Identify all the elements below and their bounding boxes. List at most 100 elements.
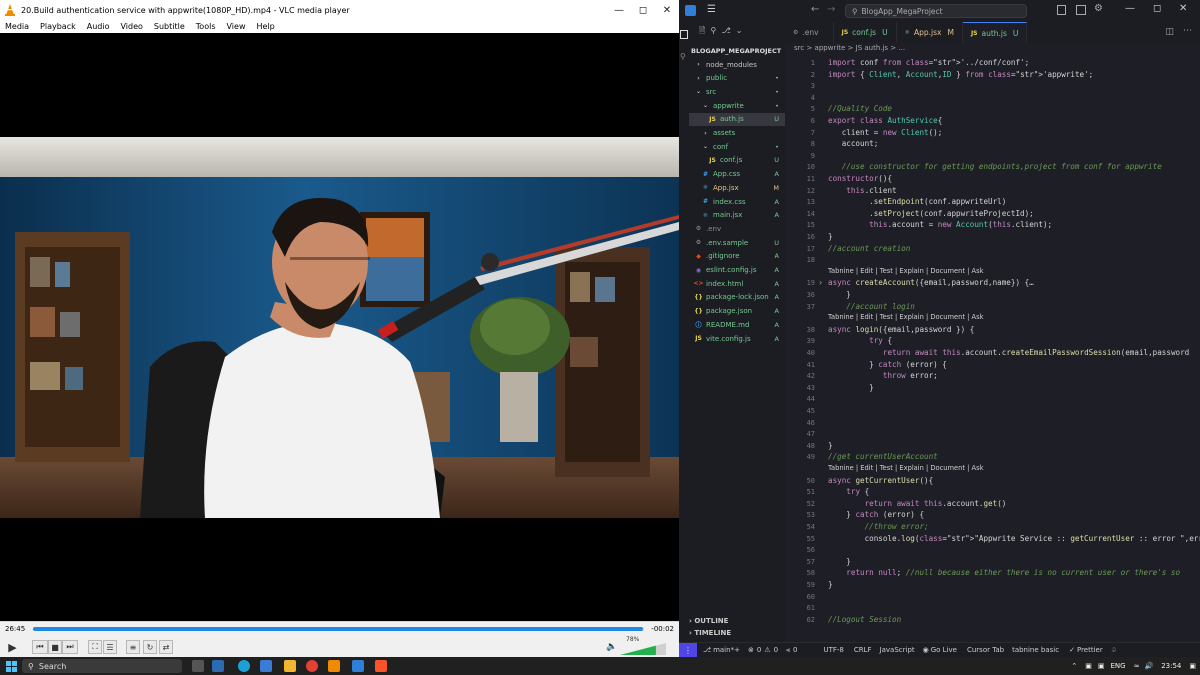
menu-playback[interactable]: Playback [40, 22, 76, 31]
tab-app-jsx[interactable]: ⚛ App.jsx M [897, 22, 963, 43]
settings-icon[interactable]: ⚙ [1094, 3, 1103, 14]
widgets-icon[interactable] [212, 660, 224, 672]
tree-item[interactable]: › public • [689, 72, 785, 85]
tree-item[interactable]: {} package.json A [689, 305, 785, 318]
code-line[interactable]: } [828, 441, 833, 450]
nav-forward-icon[interactable]: → [827, 4, 835, 15]
encoding[interactable]: UTF-8 [823, 646, 843, 654]
file-explorer-icon[interactable] [284, 660, 296, 672]
tree-item[interactable]: JS auth.js U [689, 112, 785, 126]
codelens-actions[interactable]: Tabnine | Edit | Test | Explain | Docume… [828, 267, 983, 275]
command-center[interactable]: ⚲ BlogApp_MegaProject [845, 4, 1027, 18]
tree-item[interactable]: {} package-lock.json A [689, 291, 785, 304]
code-line[interactable]: async createAccount({email,password,name… [828, 278, 1034, 287]
notification-icon[interactable]: ▣ [1189, 662, 1196, 670]
extended-settings-button[interactable]: ☰ [103, 640, 117, 654]
code-line[interactable]: } [828, 290, 851, 299]
eol[interactable]: CRLF [854, 646, 872, 654]
code-line[interactable]: return null; //null because either there… [828, 568, 1180, 577]
speaker-icon[interactable]: 🔊 [1144, 662, 1153, 670]
code-line[interactable]: //account creation [828, 244, 910, 253]
more-actions-icon[interactable]: ⋯ [1183, 26, 1192, 36]
edge-icon[interactable] [238, 660, 250, 672]
code-line[interactable]: return await this.account.createEmailPas… [828, 348, 1189, 357]
bell-icon[interactable]: ♤ [1111, 646, 1117, 654]
tree-item[interactable]: JS vite.config.js A [689, 332, 785, 345]
tree-item[interactable]: ⌄ conf • [689, 140, 785, 153]
files-icon[interactable] [680, 30, 688, 39]
volume-icon[interactable]: 🔈 [606, 642, 617, 652]
code-line[interactable]: } [828, 580, 833, 589]
tab-auth-js[interactable]: JS auth.js U [962, 22, 1028, 43]
code-line[interactable]: } catch (error) { [828, 510, 924, 519]
code-line[interactable]: //account login [828, 302, 915, 311]
code-line[interactable]: import conf from class="str">'../conf/co… [828, 58, 1029, 67]
code-line[interactable]: //throw error; [828, 522, 929, 531]
code-line[interactable]: //Logout Session [828, 615, 901, 624]
warning-count[interactable]: 0 [774, 646, 778, 654]
menu-view[interactable]: View [227, 22, 246, 31]
code-line[interactable]: try { [828, 487, 869, 496]
outline-section[interactable]: › OUTLINE › TIMELINE [689, 617, 785, 637]
prettier-status[interactable]: Prettier [1077, 646, 1103, 654]
code-line[interactable]: //use constructor for getting endpoints,… [828, 162, 1162, 171]
search-sidebar-icon[interactable]: ⚲ [680, 52, 686, 61]
panel-icon[interactable] [1076, 5, 1086, 15]
language-indicator[interactable]: ENG [1111, 662, 1126, 670]
tabnine-status[interactable]: tabnine basic [1012, 646, 1059, 654]
loop-button[interactable]: ↻ [143, 640, 157, 654]
split-editor-icon[interactable]: ◫ [1165, 27, 1174, 37]
code-line[interactable]: account; [828, 139, 879, 148]
layout-icon[interactable] [1057, 5, 1066, 15]
tree-item[interactable]: ◆ .gitignore A [689, 250, 785, 263]
code-line[interactable]: constructor(){ [828, 174, 892, 183]
tree-item[interactable]: ⌄ src • [689, 85, 785, 98]
tab--env[interactable]: ⚙ .env [785, 22, 834, 43]
menu-tools[interactable]: Tools [196, 22, 216, 31]
previous-button[interactable]: ⏮ [32, 640, 48, 654]
code-line[interactable]: //Quality Code [828, 104, 892, 113]
code-line[interactable]: } [828, 383, 874, 392]
breadcrumb[interactable]: src > appwrite > JS auth.js > ... [794, 44, 905, 52]
code-line[interactable]: } [828, 557, 851, 566]
code-line[interactable]: } catch (error) { [828, 360, 947, 369]
menu-audio[interactable]: Audio [87, 22, 110, 31]
nav-back-icon[interactable]: ← [811, 4, 819, 15]
close-button[interactable]: ✕ [655, 0, 679, 20]
menu-video[interactable]: Video [120, 22, 142, 31]
fullscreen-button[interactable]: ⛶ [88, 640, 102, 654]
code-line[interactable]: try { [828, 336, 892, 345]
code-line[interactable]: .setProject(conf.appwriteProjectId); [828, 209, 1034, 218]
code-line[interactable]: async login({email,password }) { [828, 325, 974, 334]
tab-conf-js[interactable]: JS conf.js U [834, 22, 897, 43]
error-count[interactable]: 0 [757, 646, 761, 654]
codelens-actions[interactable]: Tabnine | Edit | Test | Explain | Docume… [828, 464, 983, 472]
tree-item[interactable]: ⚙ .env [689, 222, 785, 235]
tray-chevron-icon[interactable]: ⌃ [1071, 662, 1077, 670]
tree-item[interactable]: # index.css A [689, 195, 785, 208]
code-line[interactable]: //get currentUserAccount [828, 452, 938, 461]
fold-chevron-icon[interactable]: › [819, 278, 822, 287]
random-button[interactable]: ⇄ [159, 640, 173, 654]
code-editor[interactable]: 1 import conf from class="str">'../conf/c… [785, 56, 1200, 642]
vscode-taskbar-icon[interactable] [352, 660, 364, 672]
tree-item[interactable]: › assets [689, 127, 785, 140]
wifi-icon[interactable]: ≈ [1134, 662, 1140, 670]
code-line[interactable]: this.client [828, 186, 896, 195]
code-line[interactable]: } [828, 232, 833, 241]
code-line[interactable]: .setEndpoint(conf.appwriteUrl) [828, 197, 1006, 206]
close-button[interactable]: ✕ [1179, 3, 1187, 14]
ports-count[interactable]: 0 [793, 646, 797, 654]
chrome-icon[interactable] [306, 660, 318, 672]
menu-help[interactable]: Help [256, 22, 274, 31]
code-line[interactable]: return await this.account.get() [828, 499, 1007, 508]
play-button[interactable]: ▶ [4, 639, 21, 655]
clock[interactable]: 23:54 [1161, 662, 1181, 670]
minimize-button[interactable]: — [607, 0, 631, 20]
code-line[interactable]: async getCurrentUser(){ [828, 476, 933, 485]
go-live[interactable]: Go Live [931, 646, 957, 654]
tree-item[interactable]: › node_modules [689, 58, 785, 71]
volume-slider[interactable] [620, 643, 666, 655]
windows-start-icon[interactable] [6, 661, 17, 672]
tree-item[interactable]: JS conf.js U [689, 154, 785, 167]
